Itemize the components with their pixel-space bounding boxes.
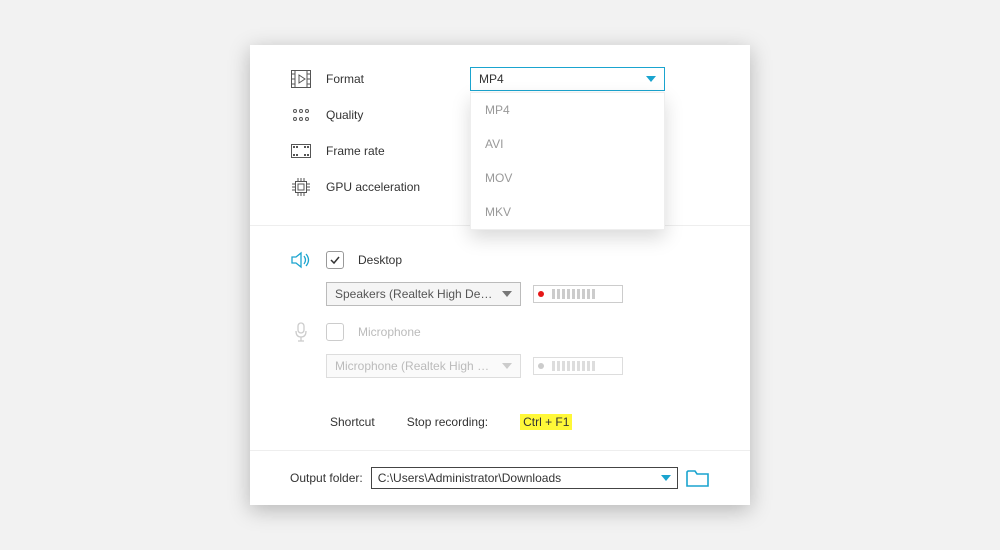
framerate-icon <box>291 144 311 158</box>
mic-device-select[interactable]: Microphone (Realtek High … <box>326 354 521 378</box>
shortcut-row: Shortcut Stop recording: Ctrl + F1 <box>290 386 710 430</box>
chip-icon <box>292 178 310 196</box>
speaker-icon <box>291 251 311 269</box>
check-icon <box>329 254 341 266</box>
audio-section: Desktop Speakers (Realtek High De… Micro… <box>250 226 750 451</box>
desktop-checkbox[interactable] <box>326 251 344 269</box>
quality-icon <box>292 108 310 122</box>
folder-icon[interactable] <box>686 468 710 488</box>
mic-label: Microphone <box>358 325 421 339</box>
quality-label: Quality <box>326 108 363 122</box>
format-dropdown: MP4 AVI MOV MKV <box>470 92 665 230</box>
format-select[interactable]: MP4 MP4 AVI MOV MKV <box>470 67 665 91</box>
format-option[interactable]: MOV <box>471 161 664 195</box>
mic-device-row: Microphone (Realtek High … <box>290 354 710 378</box>
desktop-device-row: Speakers (Realtek High De… <box>290 282 710 306</box>
output-row: Output folder: C:\Users\Administrator\Do… <box>250 451 750 505</box>
desktop-device-value: Speakers (Realtek High De… <box>335 287 492 301</box>
film-icon <box>291 70 311 88</box>
desktop-level-meter <box>533 285 623 303</box>
output-label: Output folder: <box>290 471 363 485</box>
desktop-device-select[interactable]: Speakers (Realtek High De… <box>326 282 521 306</box>
framerate-label: Frame rate <box>326 144 385 158</box>
mic-level-meter <box>533 357 623 375</box>
shortcut-label: Shortcut <box>330 415 375 429</box>
format-option[interactable]: AVI <box>471 127 664 161</box>
desktop-audio-row: Desktop <box>290 242 710 278</box>
mic-device-value: Microphone (Realtek High … <box>335 359 489 373</box>
format-label: Format <box>326 72 364 86</box>
format-option[interactable]: MP4 <box>471 93 664 127</box>
output-path-field[interactable]: C:\Users\Administrator\Downloads <box>371 467 678 489</box>
video-section: Format MP4 MP4 AVI MOV MKV Quality <box>250 45 750 226</box>
settings-panel: Format MP4 MP4 AVI MOV MKV Quality <box>250 45 750 505</box>
microphone-icon <box>293 322 309 342</box>
chevron-down-icon <box>646 76 656 82</box>
chevron-down-icon <box>661 475 671 481</box>
output-path-value: C:\Users\Administrator\Downloads <box>378 471 561 485</box>
shortcut-action: Stop recording: <box>407 415 488 429</box>
chevron-down-icon <box>502 291 512 297</box>
chevron-down-icon <box>502 363 512 369</box>
record-dot-icon <box>538 363 544 369</box>
desktop-label: Desktop <box>358 253 402 267</box>
format-option[interactable]: MKV <box>471 195 664 229</box>
record-dot-icon <box>538 291 544 297</box>
mic-checkbox[interactable] <box>326 323 344 341</box>
shortcut-keys: Ctrl + F1 <box>520 414 572 430</box>
format-value: MP4 <box>479 72 504 86</box>
mic-audio-row: Microphone <box>290 314 710 350</box>
format-row: Format MP4 MP4 AVI MOV MKV <box>290 61 710 97</box>
gpu-label: GPU acceleration <box>326 180 420 194</box>
